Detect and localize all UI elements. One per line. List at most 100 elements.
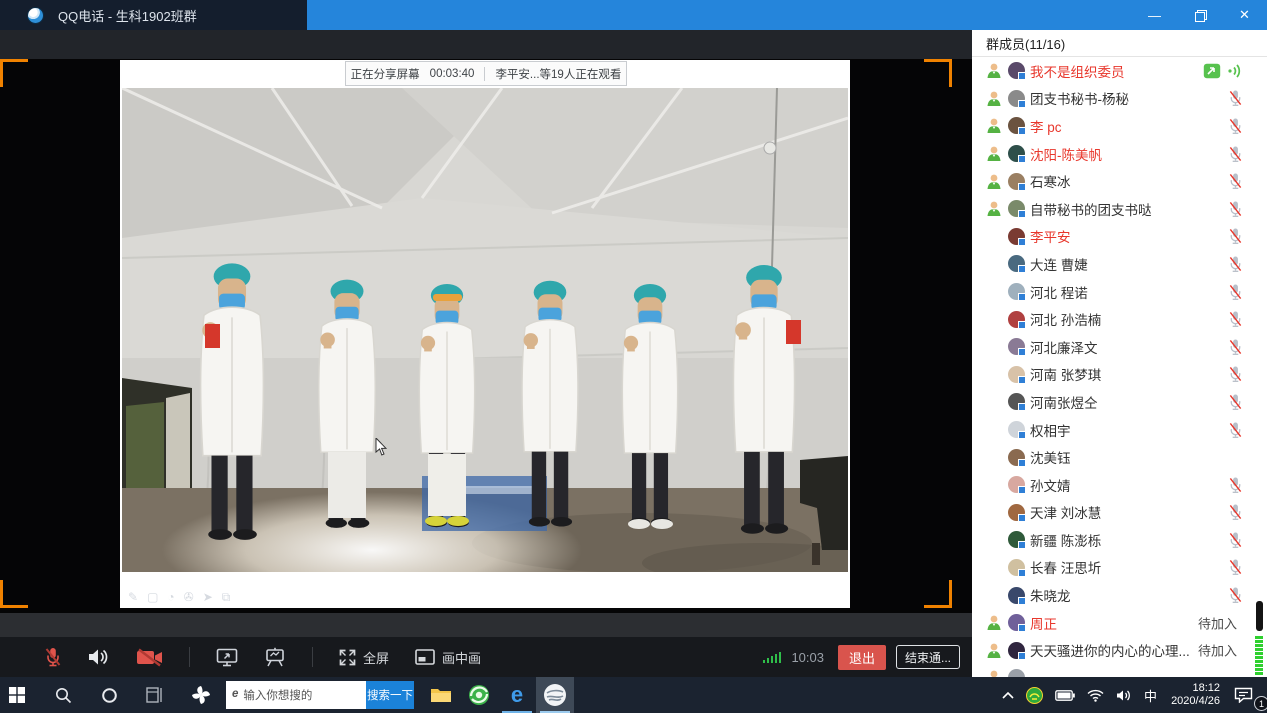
member-row[interactable]: 天天骚进你的内心的心理... [972, 636, 1267, 664]
tray-chevron-up-icon[interactable] [996, 677, 1020, 713]
member-row[interactable] [972, 664, 1267, 677]
member-row[interactable]: 朱晓龙 [972, 581, 1267, 609]
member-name: 朱晓龙 [1030, 585, 1071, 605]
ime-indicator[interactable]: 中 [1138, 677, 1163, 713]
pc-online-icon [985, 117, 1003, 134]
member-list: 我不是组织委员 [972, 57, 1267, 677]
member-row[interactable]: 河北 程诺 [972, 278, 1267, 306]
sharing-viewers: 李平安...等19人正在观看 [495, 66, 621, 82]
pointer-icon[interactable]: ➤ [203, 590, 213, 605]
toolbar-divider [189, 647, 190, 667]
member-row[interactable]: 河南 张梦琪 [972, 361, 1267, 389]
mic-muted-icon [1228, 366, 1243, 383]
member-row[interactable]: 我不是组织委员 [972, 57, 1267, 85]
member-row[interactable]: 大连 曹婕 [972, 250, 1267, 278]
member-list-header: 群成员(11/16) [972, 30, 1267, 57]
mic-muted-status [1228, 366, 1243, 383]
member-row[interactable]: 团支书秘书-杨秘 [972, 85, 1267, 113]
share-screen-button[interactable] [216, 648, 238, 667]
camera-off-icon [136, 648, 163, 667]
cortana-icon [101, 687, 118, 704]
member-row[interactable]: 河北 孙浩楠 [972, 305, 1267, 333]
mic-muted-status [1228, 421, 1243, 438]
toolbar-divider [312, 647, 313, 667]
member-row[interactable]: 李平安 [972, 223, 1267, 251]
taskbar-clock[interactable]: 18:12 2020/4/26 [1163, 682, 1228, 708]
member-row[interactable]: 沈阳-陈美帆 [972, 140, 1267, 168]
tray-qq-icon[interactable] [1020, 677, 1049, 713]
circle-icon[interactable]: ◔ [167, 590, 174, 605]
task-view-button[interactable] [138, 677, 172, 713]
member-row[interactable]: 孙文婧 [972, 471, 1267, 499]
titlebar-dark-zone: QQ电话 - 生科1902班群 [0, 0, 307, 30]
call-duration: 10:03 [791, 650, 824, 665]
member-row[interactable]: 李 pc [972, 112, 1267, 140]
whiteboard-button[interactable] [264, 647, 286, 667]
mic-muted-button[interactable] [44, 647, 62, 667]
search-submit-button[interactable]: 搜索一下 [366, 681, 414, 709]
restore-button[interactable] [1177, 0, 1222, 30]
search-input[interactable]: e 输入你想搜的 [226, 681, 366, 709]
active-call-app-button[interactable] [536, 677, 574, 713]
avatar [1008, 449, 1025, 466]
mic-muted-status [1228, 228, 1243, 245]
avatar [1008, 200, 1025, 217]
file-explorer-button[interactable] [422, 677, 460, 713]
mic-muted-icon [1228, 117, 1243, 134]
avatar [1008, 311, 1025, 328]
avatar [1008, 228, 1025, 245]
pen-icon[interactable]: ✎ [128, 590, 138, 605]
member-row[interactable]: 新疆 陈澎栎 [972, 526, 1267, 554]
end-call-button[interactable]: 结束通... [896, 645, 960, 669]
member-row[interactable]: 沈美钰 [972, 443, 1267, 471]
rect-icon[interactable]: ▢ [147, 590, 158, 605]
screen-icon[interactable]: ⧉ [222, 590, 231, 605]
share-region-corner-br [924, 580, 952, 608]
pinwheel-app-button[interactable] [184, 677, 218, 713]
pending-join-status: 待加入 [1198, 613, 1237, 632]
eraser-icon[interactable]: ✇ [184, 590, 194, 605]
battery-icon[interactable] [1049, 677, 1081, 713]
pinwheel-app-icon [190, 684, 212, 706]
mic-muted-icon [44, 647, 62, 667]
member-row[interactable]: 河南张煜仝 [972, 388, 1267, 416]
exit-button[interactable]: 退出 [838, 645, 886, 670]
member-row[interactable]: 石寒冰 [972, 167, 1267, 195]
fullscreen-icon [339, 649, 356, 666]
pending-join-status: 待加入 [1198, 641, 1237, 660]
avatar [1008, 173, 1025, 190]
member-row[interactable]: 天津 刘冰慧 [972, 499, 1267, 527]
member-row[interactable]: 周正 待加入 [972, 609, 1267, 637]
member-row[interactable]: 河北廉泽文 [972, 333, 1267, 361]
member-row[interactable]: 长春 汪思圻 [972, 554, 1267, 582]
green-browser-button[interactable] [460, 677, 498, 713]
task-view-icon [146, 687, 164, 703]
member-name: 河北 程诺 [1030, 282, 1088, 302]
avatar [1008, 62, 1025, 79]
start-button[interactable] [0, 677, 34, 713]
avatar [1008, 642, 1025, 659]
notification-badge: 1 [1254, 696, 1267, 711]
fullscreen-button[interactable]: 全屏 [339, 648, 389, 667]
member-row[interactable]: 自带秘书的团支书哒 [972, 195, 1267, 223]
taskbar-search-button[interactable] [46, 677, 80, 713]
mic-muted-status [1228, 283, 1243, 300]
member-row[interactable]: 权相宇 [972, 416, 1267, 444]
camera-off-button[interactable] [136, 648, 163, 667]
cortana-button[interactable] [92, 677, 126, 713]
sidebar-scrollbar[interactable] [1256, 601, 1263, 631]
edge-browser-button[interactable]: e [498, 677, 536, 713]
speaker-button[interactable] [88, 648, 110, 666]
share-region-corner-tr [924, 59, 952, 87]
close-button[interactable]: ✕ [1222, 0, 1267, 30]
volume-icon[interactable] [1110, 677, 1138, 713]
sharing-banner: 正在分享屏幕 00:03:40 李平安...等19人正在观看 [345, 61, 627, 86]
action-center-button[interactable]: 1 [1228, 677, 1267, 713]
pip-button[interactable]: 画中画 [415, 648, 481, 667]
minimize-button[interactable]: — [1132, 0, 1177, 30]
wifi-icon[interactable] [1081, 677, 1110, 713]
mic-muted-icon [1228, 283, 1243, 300]
sharing-duration: 00:03:40 [430, 68, 475, 80]
pc-online-icon [985, 90, 1003, 107]
pip-icon [415, 649, 435, 665]
